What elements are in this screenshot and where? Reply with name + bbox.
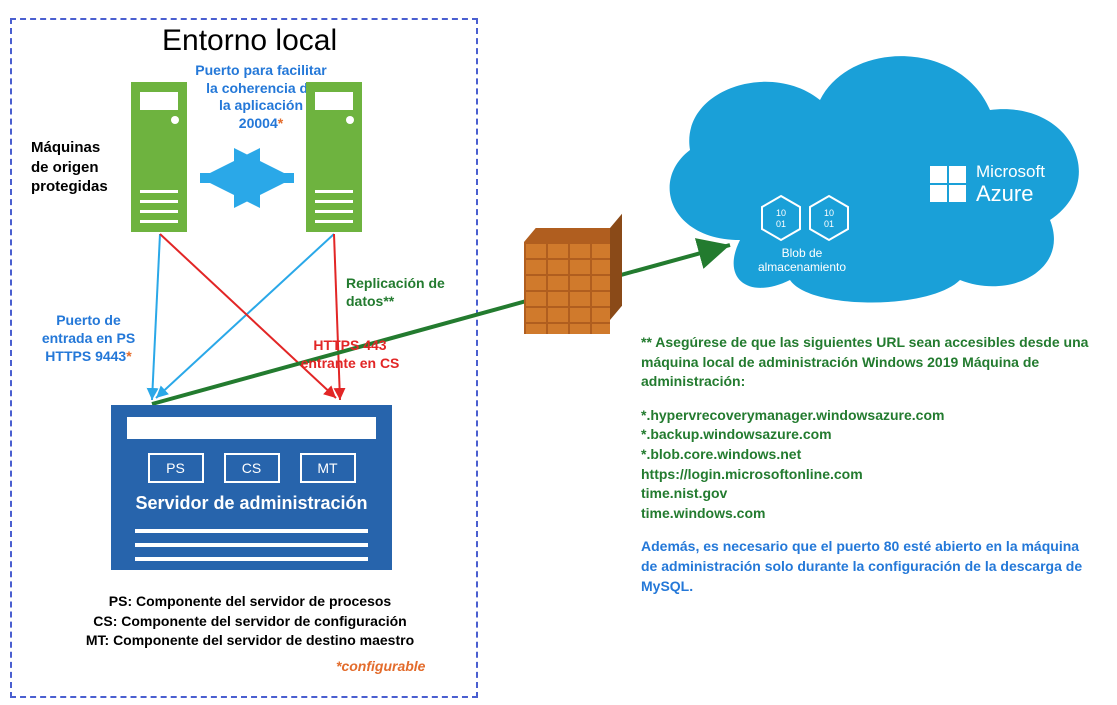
source-server-right-icon [306, 82, 362, 232]
mgmt-title: Servidor de administración [111, 493, 392, 514]
notes-block: ** Asegúrese de que las siguientes URL s… [641, 333, 1091, 596]
sources-l2: de origen [31, 159, 99, 176]
repl-l1: Replicación de [346, 275, 445, 291]
port-app-l3: la aplicación [219, 97, 303, 113]
mgmt-box-ps: PS [148, 453, 204, 483]
configurable-note: *configurable [336, 658, 425, 674]
blob-hex-icon: 1001 [760, 194, 802, 242]
url-item: time.windows.com [641, 504, 1091, 524]
ps-l3: HTTPS 9443 [45, 348, 126, 364]
ps-l2: entrada en PS [42, 330, 135, 346]
ps-asterisk: * [126, 348, 131, 364]
url-item: *.hypervrecoverymanager.windowsazure.com [641, 406, 1091, 426]
sources-l1: Máquinas [31, 139, 100, 156]
blob-l2: almacenamiento [758, 260, 846, 274]
sources-l3: protegidas [31, 178, 108, 195]
azure-text: Microsoft Azure [976, 163, 1045, 206]
onprem-title: Entorno local [162, 24, 337, 58]
port-app-l1: Puerto para facilitar [195, 62, 327, 78]
azure-logo: Microsoft Azure [930, 163, 1045, 206]
url-item: time.nist.gov [641, 484, 1091, 504]
notes-header: ** Asegúrese de que las siguientes URL s… [641, 333, 1091, 392]
blob-hex-icon: 1001 [808, 194, 850, 242]
windows-icon [930, 166, 966, 202]
url-item: https://login.microsoftonline.com [641, 465, 1091, 485]
cs-port-label: HTTPS 443 entrante en CS [300, 336, 400, 372]
sources-label: Máquinas de origen protegidas [31, 138, 126, 197]
legend-ps: PS: Componente del servidor de procesos [68, 592, 432, 612]
azure-brand-top: Microsoft [976, 163, 1045, 182]
svg-text:01: 01 [776, 219, 786, 229]
svg-text:10: 10 [824, 208, 834, 218]
legend-block: PS: Componente del servidor de procesos … [68, 592, 432, 651]
svg-text:01: 01 [824, 219, 834, 229]
cs-l1: HTTPS 443 [313, 337, 386, 353]
svg-text:10: 10 [776, 208, 786, 218]
legend-mt: MT: Componente del servidor de destino m… [68, 631, 432, 651]
ps-l1: Puerto de [56, 312, 121, 328]
mgmt-box-cs: CS [224, 453, 280, 483]
blob-label: Blob de almacenamiento [752, 246, 852, 275]
blob-badges: 1001 1001 [760, 194, 850, 242]
cs-l2: entrante en CS [301, 355, 400, 371]
port80-note: Además, es necesario que el puerto 80 es… [641, 537, 1091, 596]
replication-label: Replicación de datos** [346, 274, 445, 310]
ps-port-label: Puerto de entrada en PS HTTPS 9443* [31, 311, 146, 366]
azure-brand-bottom: Azure [976, 182, 1045, 206]
port-app-l2: la coherencia de [206, 80, 316, 96]
legend-cs: CS: Componente del servidor de configura… [68, 612, 432, 632]
mgmt-server-icon: PS CS MT Servidor de administración [111, 405, 392, 570]
blob-l1: Blob de [782, 246, 823, 260]
url-list: *.hypervrecoverymanager.windowsazure.com… [641, 406, 1091, 524]
mgmt-box-mt: MT [300, 453, 356, 483]
port-app-asterisk: * [278, 115, 283, 131]
cloud-icon [630, 10, 1110, 310]
url-item: *.blob.core.windows.net [641, 445, 1091, 465]
url-item: *.backup.windowsazure.com [641, 425, 1091, 445]
source-server-left-icon [131, 82, 187, 232]
firewall-icon [524, 228, 610, 334]
port-app-num: 20004 [239, 115, 278, 131]
repl-l2: datos** [346, 293, 394, 309]
